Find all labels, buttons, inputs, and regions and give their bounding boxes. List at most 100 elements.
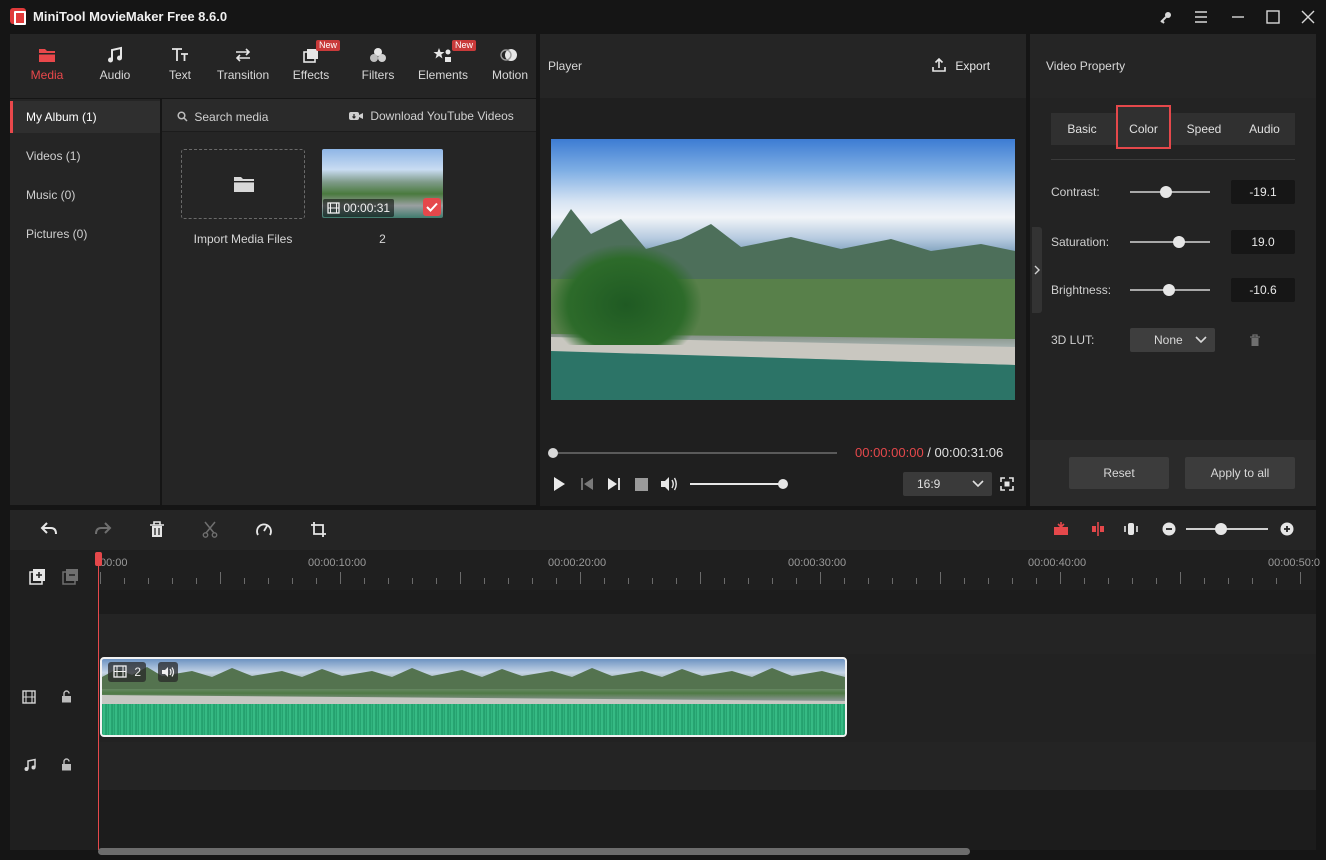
search-media[interactable]: Search media: [177, 110, 268, 124]
overlay-track[interactable]: [98, 614, 1316, 654]
volume-button[interactable]: [660, 476, 678, 495]
import-media-button[interactable]: [181, 149, 305, 219]
previous-frame-button[interactable]: [580, 477, 594, 494]
fit-zoom-button[interactable]: [1053, 521, 1069, 540]
delete-lut-button[interactable]: [1249, 334, 1261, 350]
saturation-value[interactable]: 19.0: [1231, 230, 1295, 254]
tab-speed[interactable]: Speed: [1174, 113, 1234, 145]
zoom-out-button[interactable]: [1162, 522, 1176, 539]
ruler-tick: [868, 578, 869, 584]
scissors-icon: [202, 521, 218, 538]
ruler-tick: [628, 578, 629, 584]
ruler-label: 00:00:40:00: [1028, 557, 1087, 569]
media-clip-thumbnail[interactable]: 00:00:31: [322, 149, 443, 218]
key-icon[interactable]: [1154, 6, 1178, 28]
tab-elements-label: Elements: [417, 68, 469, 82]
speedometer-icon: [256, 523, 272, 536]
zoom-slider[interactable]: [1186, 528, 1268, 530]
zoom-in-button[interactable]: [1280, 522, 1294, 539]
tab-audio[interactable]: Audio: [90, 34, 140, 98]
ruler-tick: [1084, 578, 1085, 584]
lut-value: None: [1154, 333, 1183, 347]
tab-basic[interactable]: Basic: [1051, 113, 1113, 145]
ruler-tick: [532, 578, 533, 584]
ruler-tick: [772, 578, 773, 584]
ruler-tick: [580, 572, 581, 584]
brightness-value[interactable]: -10.6: [1231, 278, 1295, 302]
align-button[interactable]: [1123, 521, 1139, 540]
tab-audio-property[interactable]: Audio: [1236, 113, 1293, 145]
audio-track[interactable]: [98, 742, 1316, 790]
volume-slider-track[interactable]: [690, 483, 783, 485]
play-button[interactable]: [552, 476, 566, 495]
sidebar-item-videos[interactable]: Videos (1): [10, 140, 160, 172]
split-button[interactable]: [202, 521, 218, 541]
audio-track-lock[interactable]: [61, 758, 72, 774]
video-track-lock[interactable]: [61, 690, 72, 706]
tab-effects[interactable]: Effects New: [288, 34, 340, 98]
reset-button[interactable]: Reset: [1069, 457, 1169, 489]
aspect-ratio-select[interactable]: 16:9: [903, 472, 992, 496]
undo-button[interactable]: [40, 521, 58, 540]
next-frame-button[interactable]: [607, 477, 621, 494]
remove-track-button[interactable]: [62, 568, 80, 589]
panel-collapse-handle[interactable]: [1032, 227, 1042, 313]
stop-button[interactable]: [635, 478, 648, 491]
contrast-value[interactable]: -19.1: [1231, 180, 1295, 204]
ruler-tick: [292, 578, 293, 584]
sidebar-item-music[interactable]: Music (0): [10, 179, 160, 211]
ruler-tick: [100, 572, 101, 584]
download-youtube-button[interactable]: Download YouTube Videos: [348, 109, 514, 123]
tab-media[interactable]: Media: [22, 34, 72, 98]
ruler-tick: [196, 578, 197, 584]
folder-icon: [234, 177, 254, 192]
apply-to-all-button[interactable]: Apply to all: [1185, 457, 1295, 489]
timeline-video-clip[interactable]: 2: [100, 657, 847, 737]
contrast-slider-knob[interactable]: [1160, 186, 1172, 198]
tab-text[interactable]: Text: [155, 34, 205, 98]
tab-motion[interactable]: Motion: [487, 34, 533, 98]
volume-slider-knob[interactable]: [778, 479, 788, 489]
tab-elements[interactable]: Elements New: [416, 34, 476, 98]
clip-index: 2: [134, 665, 142, 679]
video-track-icon: [22, 690, 36, 707]
sidebar-item-pictures[interactable]: Pictures (0): [10, 218, 160, 250]
ruler-tick: [1204, 578, 1205, 584]
timeline-scrollbar[interactable]: [98, 848, 970, 855]
sidebar-item-my-album[interactable]: My Album (1): [10, 101, 160, 133]
fullscreen-button[interactable]: [1000, 477, 1014, 494]
speed-button[interactable]: [255, 521, 273, 541]
add-track-button[interactable]: [29, 568, 47, 589]
minimize-icon[interactable]: [1226, 6, 1250, 28]
crop-button[interactable]: [310, 521, 327, 541]
redo-button[interactable]: [94, 521, 112, 540]
ruler-tick: [652, 578, 653, 584]
export-button[interactable]: Export: [931, 57, 990, 73]
close-icon[interactable]: [1296, 6, 1320, 28]
saturation-slider[interactable]: [1130, 241, 1210, 243]
aspect-ratio-value: 16:9: [917, 477, 941, 491]
playhead-handle[interactable]: [95, 552, 102, 566]
ruler-tick: [484, 578, 485, 584]
delete-button[interactable]: [149, 521, 165, 541]
progress-knob[interactable]: [548, 448, 558, 458]
tab-filters-label: Filters: [361, 68, 395, 82]
progress-track[interactable]: [552, 452, 837, 454]
saturation-slider-knob[interactable]: [1173, 236, 1185, 248]
snap-button[interactable]: [1090, 521, 1106, 540]
tab-filters[interactable]: Filters: [355, 34, 401, 98]
ruler-tick: [316, 578, 317, 584]
clip-audio-button[interactable]: [158, 662, 178, 682]
tab-transition[interactable]: Transition: [212, 34, 274, 98]
brightness-slider-knob[interactable]: [1163, 284, 1175, 296]
ruler-tick: [220, 572, 221, 584]
maximize-icon[interactable]: [1261, 6, 1285, 28]
playhead[interactable]: [98, 552, 99, 850]
ruler-tick: [724, 578, 725, 584]
ruler-tick: [748, 578, 749, 584]
lut-select[interactable]: None: [1130, 328, 1215, 352]
zoom-slider-knob[interactable]: [1215, 523, 1227, 535]
tab-color[interactable]: Color: [1116, 105, 1171, 149]
menu-icon[interactable]: [1189, 6, 1213, 28]
undo-icon: [40, 522, 57, 535]
